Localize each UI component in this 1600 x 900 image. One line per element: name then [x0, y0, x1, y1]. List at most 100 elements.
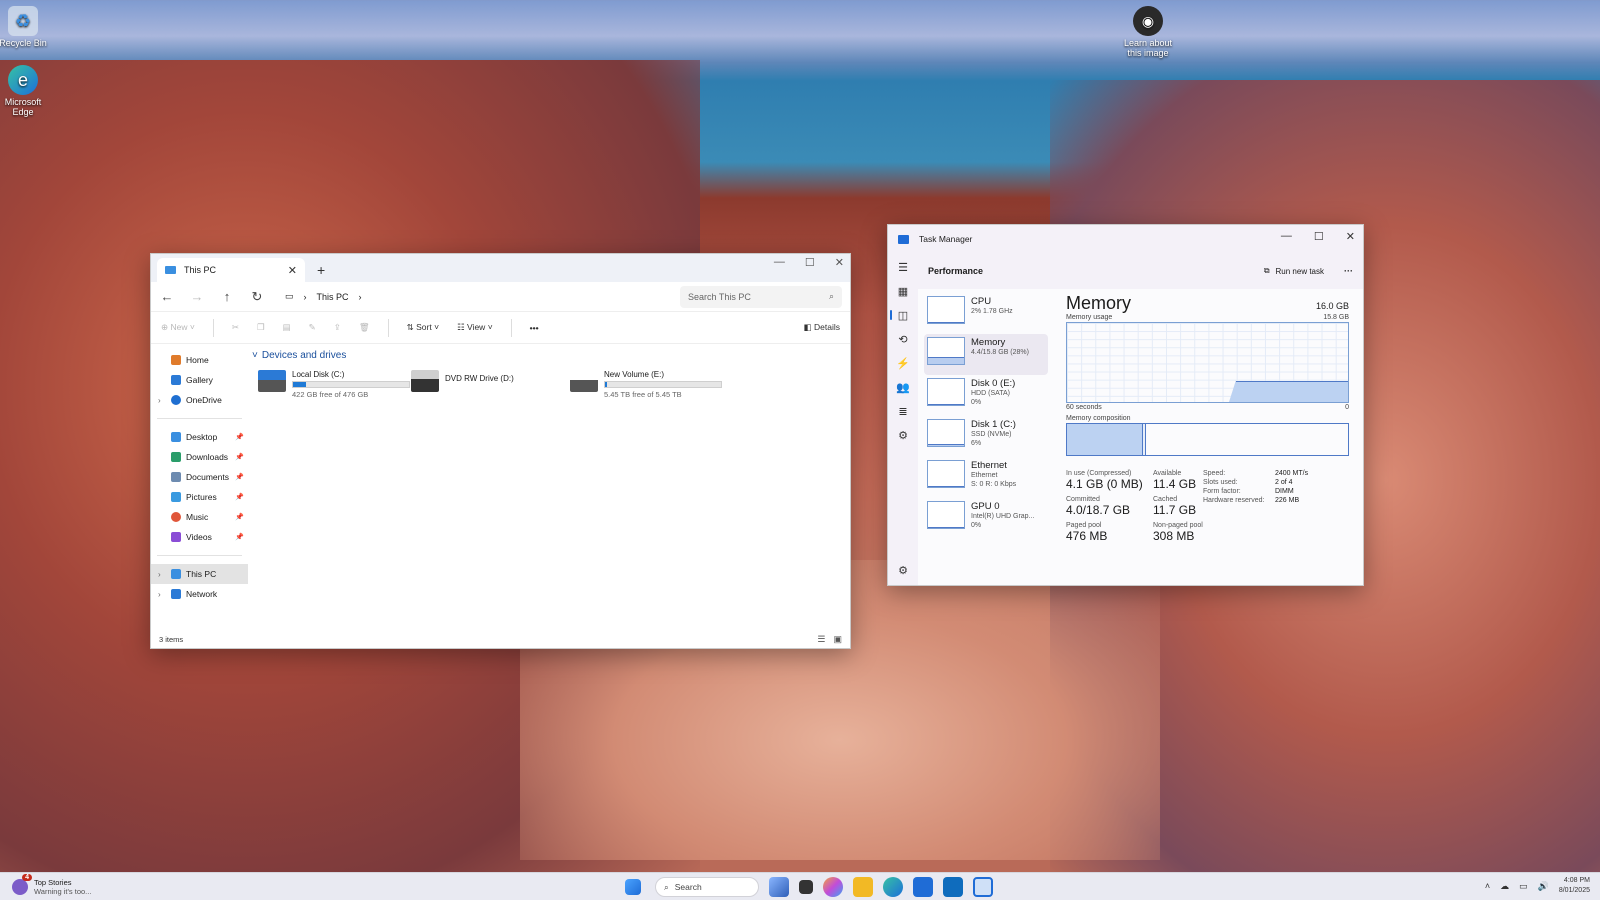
chevron-up-icon[interactable]: ˄	[1485, 881, 1490, 891]
group-label: Devices and drives	[261, 349, 347, 361]
explorer-body: Home Gallery › OneDrive Desktop 📌 Download…	[151, 344, 850, 630]
more-icon[interactable]: •••	[530, 323, 539, 333]
task-view-icon[interactable]	[799, 880, 813, 894]
resource-item-gpu-0[interactable]: GPU 0 Intel(R) UHD Grap... 0%	[924, 498, 1048, 539]
back-icon[interactable]: ←	[159, 289, 175, 304]
resource-detail: 4.4/15.8 GB (28%)	[971, 349, 1029, 356]
performance-icon[interactable]: ◫	[889, 309, 908, 322]
sidebar-item-pictures[interactable]: Pictures 📌	[151, 487, 248, 507]
maximize-icon[interactable]: ☐	[1314, 230, 1324, 243]
up-icon[interactable]: ↑	[219, 289, 235, 304]
taskbar-apps: ⌕ Search	[625, 877, 993, 897]
details-view-icon[interactable]: ☰	[817, 634, 825, 645]
copy-icon[interactable]: ❐	[257, 322, 265, 333]
drive-item[interactable]: New Volume (E:) 5.45 TB free of 5.45 TB	[570, 370, 729, 399]
drive-free-space: 422 GB free of 476 GB	[292, 390, 369, 399]
new-tab-icon[interactable]: +	[317, 262, 325, 278]
details-button[interactable]: ◧ Details	[804, 322, 840, 333]
refresh-icon[interactable]: ↻	[249, 289, 265, 305]
taskbar: 4 Top Stories Warning it's too... ⌕ Sear…	[0, 872, 1600, 900]
file-explorer-icon[interactable]	[853, 877, 873, 897]
group-header[interactable]: ˅ Devices and drives	[252, 348, 846, 362]
task-manager-taskbar-icon[interactable]	[973, 877, 993, 897]
desktop-icon-learn-image[interactable]: ◉ Learn about this image	[1120, 6, 1176, 58]
close-icon[interactable]: ✕	[1346, 230, 1355, 243]
share-icon[interactable]: ⇪	[334, 322, 341, 333]
search-highlight-icon[interactable]	[769, 877, 789, 897]
store-icon[interactable]	[913, 877, 933, 897]
task-manager-icon	[898, 234, 909, 244]
start-button-icon[interactable]	[625, 879, 641, 895]
news-widget[interactable]: 4 Top Stories Warning it's too...	[0, 873, 91, 896]
resource-name: GPU 0	[971, 501, 1000, 512]
rename-icon[interactable]: ✎	[309, 322, 316, 333]
drive-item[interactable]: Local Disk (C:) 422 GB free of 476 GB	[252, 370, 411, 399]
forward-icon[interactable]: →	[189, 289, 205, 304]
taskbar-search[interactable]: ⌕ Search	[655, 877, 759, 897]
outlook-icon[interactable]	[943, 877, 963, 897]
resource-item-disk-1-c[interactable]: Disk 1 (C:) SSD (NVMe) 6%	[924, 416, 1048, 457]
volume-icon[interactable]: 🔊	[1538, 881, 1549, 892]
more-icon[interactable]: ···	[1344, 266, 1353, 276]
sidebar-item-home[interactable]: Home	[151, 350, 248, 370]
resource-item-disk-0-e[interactable]: Disk 0 (E:) HDD (SATA) 0%	[924, 375, 1048, 416]
chevron-right-icon[interactable]: ›	[158, 570, 161, 579]
drive-list: Local Disk (C:) 422 GB free of 476 GB DV…	[252, 370, 846, 399]
services-icon[interactable]: ⚙	[898, 429, 908, 442]
hamburger-menu-icon[interactable]: ☰	[898, 261, 908, 274]
sidebar-item-this-pc[interactable]: › This PC	[151, 564, 248, 584]
search-input[interactable]: Search This PC ⌕	[680, 285, 842, 308]
paste-icon[interactable]: ▤	[283, 322, 291, 333]
edge-icon: e	[8, 65, 38, 95]
network-icon[interactable]: ▭	[1519, 881, 1528, 892]
navigation-pane: Home Gallery › OneDrive Desktop 📌 Download…	[151, 344, 248, 630]
maximize-icon[interactable]: ☐	[805, 256, 815, 269]
composition-modified	[1142, 424, 1146, 455]
sidebar-item-desktop[interactable]: Desktop 📌	[151, 427, 248, 447]
chevron-right-icon[interactable]: ›	[158, 396, 161, 405]
onedrive-tray-icon[interactable]: ☁	[1500, 881, 1509, 892]
view-button[interactable]: ☷ View ˅	[457, 322, 493, 333]
sidebar-item-music[interactable]: Music 📌	[151, 507, 248, 527]
minimize-icon[interactable]: —	[774, 256, 785, 269]
drive-item[interactable]: DVD RW Drive (D:)	[411, 370, 570, 399]
settings-icon[interactable]: ⚙	[898, 564, 908, 577]
sidebar-item-videos[interactable]: Videos 📌	[151, 527, 248, 547]
sort-button[interactable]: ⇅ Sort ˅	[407, 322, 439, 333]
new-button[interactable]: ⊕ New ˅	[161, 322, 195, 333]
app-history-icon[interactable]: ⟲	[898, 333, 907, 346]
sidebar-item-gallery[interactable]: Gallery	[151, 370, 248, 390]
desktop-icon-edge[interactable]: e Microsoft Edge	[0, 65, 51, 117]
edge-icon[interactable]	[883, 877, 903, 897]
desktop-icon-recycle-bin[interactable]: ♻ Recycle Bin	[0, 6, 51, 48]
breadcrumb[interactable]: This PC	[317, 292, 349, 302]
cut-icon[interactable]: ✂	[232, 322, 239, 333]
sidebar-item-onedrive[interactable]: › OneDrive	[151, 390, 248, 410]
sidebar-item-documents[interactable]: Documents 📌	[151, 467, 248, 487]
users-icon[interactable]: 👥	[896, 381, 910, 394]
address-bar[interactable]: ▭ › This PC ›	[279, 286, 659, 308]
chevron-right-icon[interactable]: ›	[158, 590, 161, 599]
close-icon[interactable]: ✕	[835, 256, 844, 269]
sidebar-item-downloads[interactable]: Downloads 📌	[151, 447, 248, 467]
processes-icon[interactable]: ▦	[898, 285, 908, 298]
startup-apps-icon[interactable]: ⚡	[896, 357, 910, 370]
sidebar-item-network[interactable]: › Network	[151, 584, 248, 604]
close-tab-icon[interactable]: ✕	[288, 264, 297, 277]
delete-icon[interactable]: 🗑	[359, 322, 370, 333]
resource-item-memory[interactable]: Memory 4.4/15.8 GB (28%)	[924, 334, 1048, 375]
clock[interactable]: 4:08 PM 8/01/2025	[1559, 876, 1590, 896]
run-new-task-button[interactable]: ⧉ Run new task	[1264, 266, 1324, 276]
tiles-view-icon[interactable]: ▣	[833, 634, 842, 645]
resource-item-ethernet[interactable]: Ethernet Ethernet S: 0 R: 0 Kbps	[924, 457, 1048, 498]
monitor-icon	[165, 266, 176, 274]
pin-icon: 📌	[235, 534, 244, 541]
resource-thumbnail	[927, 296, 965, 324]
resource-item-cpu[interactable]: CPU 2% 1.78 GHz	[924, 293, 1048, 334]
resource-name: Disk 1 (C:)	[971, 419, 1016, 430]
desktop-icon-label: Recycle Bin	[0, 38, 47, 48]
copilot-icon[interactable]	[823, 877, 843, 897]
minimize-icon[interactable]: —	[1281, 230, 1292, 243]
explorer-tab[interactable]: This PC ✕	[157, 258, 305, 282]
details-icon[interactable]: ≣	[898, 405, 907, 418]
